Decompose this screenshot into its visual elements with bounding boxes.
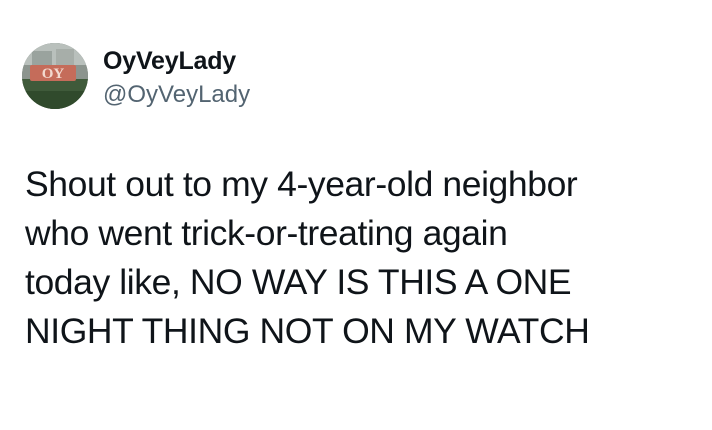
avatar-sign-text: OY	[42, 66, 65, 82]
tweet-card: OY OyVeyLady @OyVeyLady Shout out to my …	[0, 0, 712, 430]
tweet-text: Shout out to my 4-year-old neighbor who …	[25, 164, 590, 351]
avatar-photo-icon: OY	[22, 43, 88, 109]
author-handle[interactable]: @OyVeyLady	[103, 80, 250, 110]
author-display-name[interactable]: OyVeyLady	[103, 46, 236, 76]
avatar[interactable]: OY	[22, 43, 88, 109]
